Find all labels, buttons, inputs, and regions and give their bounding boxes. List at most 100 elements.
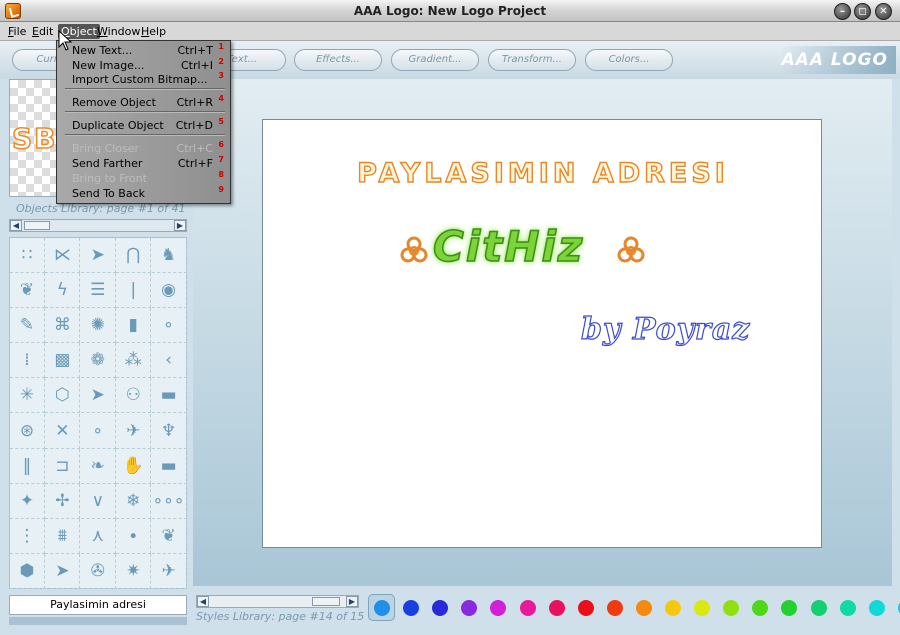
objects-library-scrollbar[interactable]: ◀ ▶ xyxy=(9,219,187,232)
menu-file[interactable]: File xyxy=(8,25,26,38)
menu-window[interactable]: Window xyxy=(97,25,140,38)
biohazard-icon[interactable] xyxy=(399,236,429,266)
effects-button[interactable]: Effects... xyxy=(294,49,382,71)
scroll-left-arrow-icon[interactable]: ◀ xyxy=(10,220,22,231)
library-object-icon[interactable]: ⋏ xyxy=(80,518,116,554)
color-swatch[interactable] xyxy=(490,600,507,616)
library-object-icon[interactable]: ❦ xyxy=(10,273,45,309)
library-object-icon[interactable]: ⬡ xyxy=(45,378,81,414)
library-object-icon[interactable]: ✕ xyxy=(45,413,81,449)
color-swatch[interactable] xyxy=(810,600,827,616)
library-object-icon[interactable]: ∷ xyxy=(10,238,45,273)
library-object-icon[interactable]: ⌘ xyxy=(45,308,81,344)
library-object-icon[interactable]: ▬ xyxy=(151,378,187,414)
scroll-thumb[interactable] xyxy=(24,221,50,230)
library-object-icon[interactable]: ⋮ xyxy=(10,518,45,554)
library-object-icon[interactable]: ∨ xyxy=(80,483,116,519)
library-object-icon[interactable]: ✋ xyxy=(116,448,152,484)
library-object-icon[interactable]: ❧ xyxy=(80,448,116,484)
library-object-icon[interactable]: ⋂ xyxy=(116,238,152,273)
library-object-icon[interactable]: ✺ xyxy=(80,308,116,344)
maximize-button[interactable]: ◻ xyxy=(854,3,871,20)
menu-item-send-to-back[interactable]: Send To Back 9 xyxy=(72,185,227,202)
logo-text-line2[interactable]: CitHiz xyxy=(432,221,584,272)
biohazard-icon[interactable] xyxy=(616,236,646,266)
scroll-right-arrow-icon[interactable]: ▶ xyxy=(346,596,358,607)
gradient-button[interactable]: Gradient... xyxy=(391,49,479,71)
library-object-icon[interactable]: ✈ xyxy=(116,413,152,449)
menu-item-import-custom-bitmap[interactable]: Import Custom Bitmap... 3 xyxy=(72,71,227,88)
library-object-icon[interactable]: ‹ xyxy=(151,343,187,379)
library-object-icon[interactable]: ∘ xyxy=(80,413,116,449)
library-object-icon[interactable]: ⋉ xyxy=(45,238,81,273)
transform-button[interactable]: Transform... xyxy=(488,49,576,71)
color-swatch[interactable] xyxy=(694,600,711,616)
close-button[interactable]: ✕ xyxy=(875,3,892,20)
styles-library-scrollbar[interactable]: ◀ ▶ xyxy=(196,595,359,608)
menu-item-send-farther[interactable]: Send Farther Ctrl+F 7 xyxy=(72,155,227,172)
library-object-icon[interactable]: ▮ xyxy=(116,308,152,344)
library-object-icon[interactable]: ∘∘∘ xyxy=(151,483,187,519)
color-swatch[interactable] xyxy=(781,600,798,616)
color-swatch[interactable] xyxy=(839,600,856,616)
menu-item-bring-to-front[interactable]: Bring to Front 8 xyxy=(72,170,227,187)
library-object-icon[interactable]: ☰ xyxy=(80,273,116,309)
library-object-icon[interactable]: ⁞ xyxy=(10,343,45,379)
color-swatch[interactable] xyxy=(577,600,594,616)
library-object-icon[interactable]: ➤ xyxy=(80,378,116,414)
scroll-right-arrow-icon[interactable]: ▶ xyxy=(174,220,186,231)
menu-edit[interactable]: Edit xyxy=(32,25,53,38)
scroll-left-arrow-icon[interactable]: ◀ xyxy=(197,596,209,607)
logo-canvas[interactable]: PAYLASIMIN ADRESI CitHiz by Poyraz xyxy=(262,119,822,548)
library-object-icon[interactable]: ➤ xyxy=(45,553,81,589)
color-swatch[interactable] xyxy=(548,600,565,616)
color-swatch[interactable] xyxy=(403,600,420,616)
library-object-icon[interactable]: ▬ xyxy=(151,448,187,484)
library-object-icon[interactable]: ✷ xyxy=(116,553,152,589)
library-object-icon[interactable]: ❦ xyxy=(151,518,187,554)
library-object-icon[interactable]: ♞ xyxy=(151,238,187,273)
library-object-icon[interactable]: ◉ xyxy=(151,273,187,309)
color-swatch[interactable] xyxy=(868,600,885,616)
library-object-icon[interactable]: ϟ xyxy=(45,273,81,309)
minimize-button[interactable]: – xyxy=(834,3,851,20)
color-swatch[interactable] xyxy=(635,600,652,616)
library-object-icon[interactable]: ✈ xyxy=(151,553,187,589)
color-swatch[interactable] xyxy=(374,600,390,616)
logo-text-line3[interactable]: by Poyraz xyxy=(580,311,750,347)
color-swatch[interactable] xyxy=(723,600,740,616)
library-object-icon[interactable]: ✇ xyxy=(80,553,116,589)
library-object-icon[interactable]: ➤ xyxy=(80,238,116,273)
library-object-icon[interactable]: ‖ xyxy=(10,448,45,484)
color-swatch[interactable] xyxy=(665,600,681,616)
logo-text-line1[interactable]: PAYLASIMIN ADRESI xyxy=(263,157,823,189)
menu-item-duplicate-object[interactable]: Duplicate Object Ctrl+D 5 xyxy=(72,117,227,134)
color-swatch[interactable] xyxy=(606,600,623,616)
library-object-icon[interactable]: ✢ xyxy=(45,483,81,519)
library-object-icon[interactable]: ✎ xyxy=(10,308,45,344)
library-object-icon[interactable]: ▩ xyxy=(45,343,81,379)
library-object-icon[interactable]: ❘ xyxy=(116,273,152,309)
library-object-icon[interactable]: ❁ xyxy=(80,343,116,379)
menu-item-new-image[interactable]: New Image... Ctrl+I 2 xyxy=(72,57,227,74)
library-object-icon[interactable]: ⊐ xyxy=(45,448,81,484)
library-object-icon[interactable]: ⚇ xyxy=(116,378,152,414)
library-object-icon[interactable]: ✦ xyxy=(10,483,45,519)
colors-button[interactable]: Colors... xyxy=(585,49,673,71)
color-swatch[interactable] xyxy=(519,600,536,616)
library-object-icon[interactable]: ♆ xyxy=(151,413,187,449)
color-swatch[interactable] xyxy=(461,600,478,616)
library-object-icon[interactable]: ∙ xyxy=(116,518,152,554)
scroll-thumb[interactable] xyxy=(312,597,340,606)
library-object-icon[interactable]: ✳ xyxy=(10,378,45,414)
library-object-icon[interactable]: ❄ xyxy=(116,483,152,519)
object-text-field[interactable]: Paylasimin adresi xyxy=(9,595,187,615)
menu-item-remove-object[interactable]: Remove Object Ctrl+R 4 xyxy=(72,94,227,111)
menu-help[interactable]: Help xyxy=(141,25,166,38)
library-object-icon[interactable]: ⬢ xyxy=(10,553,45,589)
library-object-icon[interactable]: ⁂ xyxy=(116,343,152,379)
color-swatch[interactable] xyxy=(432,600,449,616)
library-object-icon[interactable]: ⊛ xyxy=(10,413,45,449)
menu-item-new-text[interactable]: New Text... Ctrl+T 1 xyxy=(72,42,227,59)
color-swatch[interactable] xyxy=(752,600,769,616)
